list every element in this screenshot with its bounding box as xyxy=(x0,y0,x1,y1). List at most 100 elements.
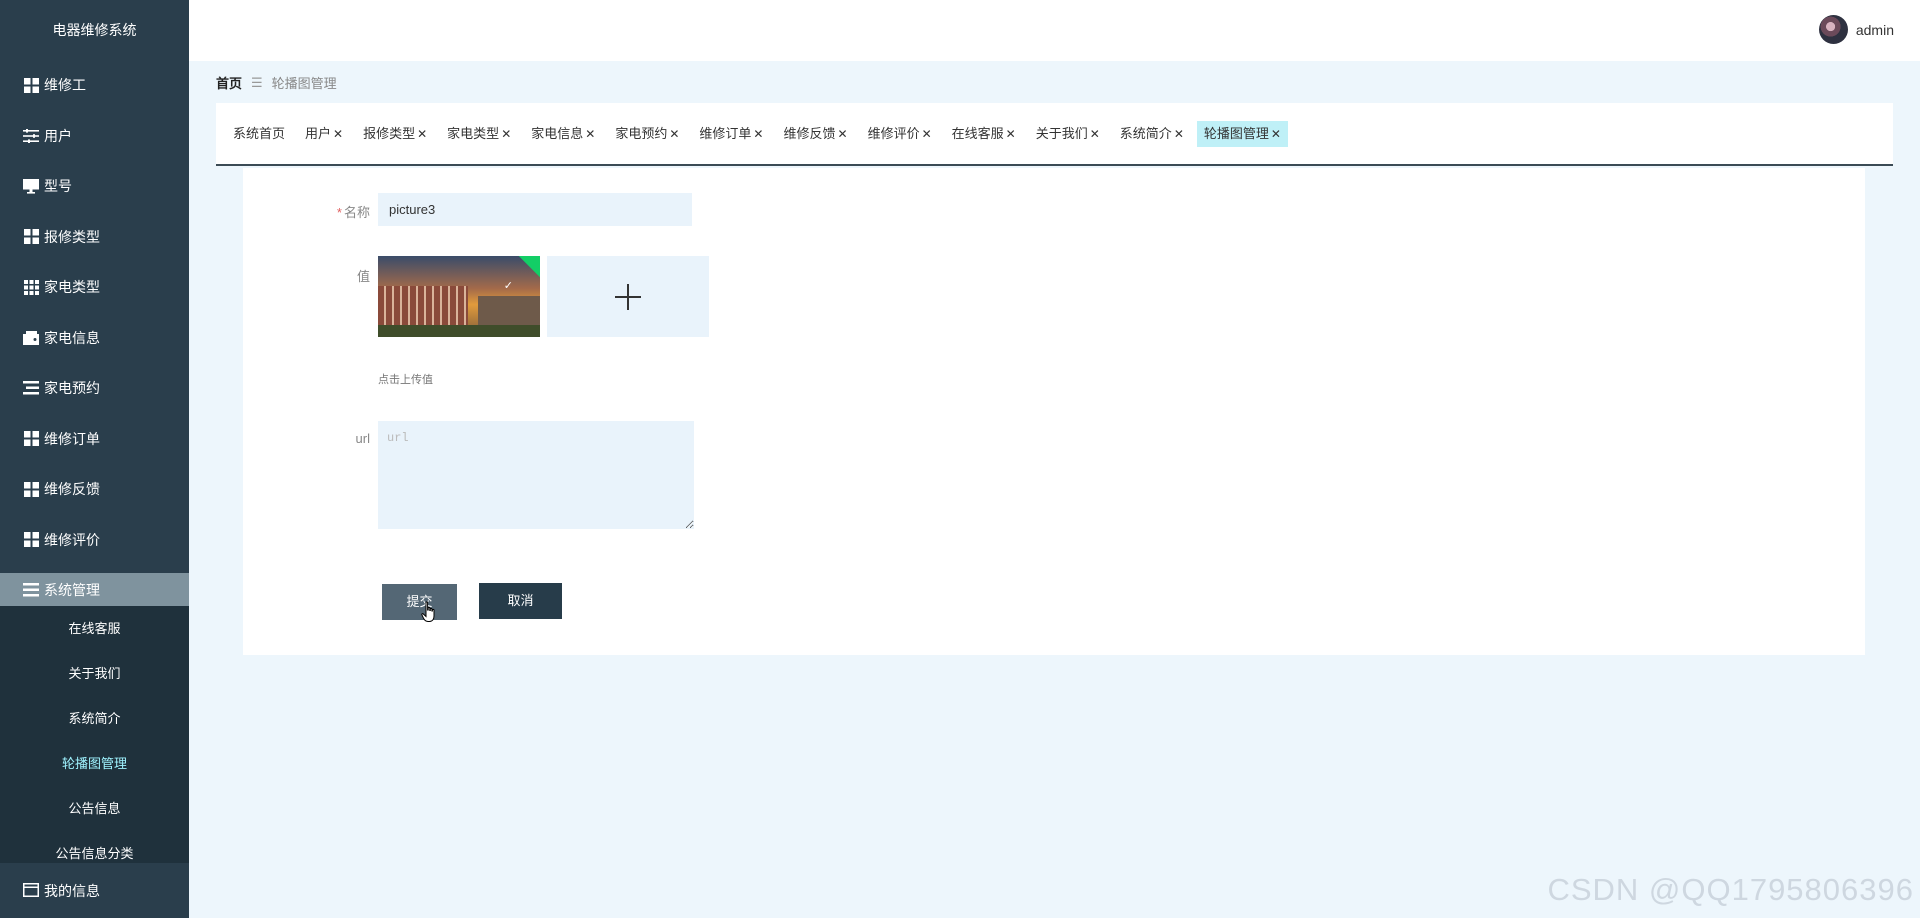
tab-0[interactable]: 系统首页 xyxy=(226,121,292,147)
username: admin xyxy=(1855,21,1894,38)
submenu-item-3[interactable]: 轮播图管理 xyxy=(0,741,189,786)
sidebar-item-label: 型号 xyxy=(44,178,72,195)
submit-button[interactable]: 提交 xyxy=(382,584,457,620)
tab-label: 系统简介 xyxy=(1119,125,1172,141)
sidebar-submenu: 在线客服 关于我们 系统简介 轮播图管理 公告信息 公告信息分类 xyxy=(0,606,189,876)
system-title: 电器维修系统 xyxy=(52,22,137,38)
sidebar-item-6[interactable]: 家电预约 xyxy=(0,363,189,414)
hand-pointer-icon xyxy=(421,601,435,622)
sidebar-item-2[interactable]: 型号 xyxy=(0,161,189,212)
tabs-bar: 系统首页 用户 ✕ 报修类型 ✕ 家电类型 ✕ 家电信息 ✕ 家电预约 ✕ 维修订单 ✕ 维修反馈 ✕ 维修评… xyxy=(216,103,1893,166)
url-label: url xyxy=(355,431,370,446)
check-icon: ✓ xyxy=(503,280,513,292)
submenu-item-1[interactable]: 关于我们 xyxy=(0,651,189,696)
breadcrumb-home[interactable]: 首页 xyxy=(216,73,242,92)
url-textarea[interactable] xyxy=(378,421,694,529)
grid-icon xyxy=(23,532,39,548)
close-icon[interactable]: ✕ xyxy=(753,127,763,141)
tab-1[interactable]: 用户 ✕ xyxy=(298,121,350,147)
grid-icon xyxy=(23,229,39,245)
sidebar-item-label: 家电信息 xyxy=(44,329,100,346)
close-icon[interactable]: ✕ xyxy=(669,127,679,141)
submenu-item-0[interactable]: 在线客服 xyxy=(0,606,189,651)
card-icon xyxy=(23,882,39,899)
sidebar-item-label: 维修工 xyxy=(44,77,86,94)
close-icon[interactable]: ✕ xyxy=(1271,127,1281,141)
tab-2[interactable]: 报修类型 ✕ xyxy=(356,121,434,147)
tab-label: 关于我们 xyxy=(1035,125,1088,141)
breadcrumb-current: 轮播图管理 xyxy=(271,76,337,91)
name-label: * 名称 xyxy=(336,205,370,220)
tab-5[interactable]: 家电预约 ✕ xyxy=(608,121,686,147)
close-icon[interactable]: ✕ xyxy=(501,127,511,141)
close-icon[interactable]: ✕ xyxy=(922,127,932,141)
tab-label: 轮播图管理 xyxy=(1203,125,1269,141)
image-upload-button[interactable] xyxy=(547,256,709,337)
tab-3[interactable]: 家电类型 ✕ xyxy=(440,121,518,147)
sidebar-item-label: 用户 xyxy=(44,127,72,144)
avatar xyxy=(1818,15,1848,44)
tab-4[interactable]: 家电信息 ✕ xyxy=(524,121,602,147)
sidebar-item-label: 家电类型 xyxy=(44,279,100,296)
list-icon xyxy=(23,582,39,598)
tab-12[interactable]: 轮播图管理 ✕ xyxy=(1196,120,1288,147)
user-menu[interactable]: admin xyxy=(1818,15,1894,44)
close-icon[interactable]: ✕ xyxy=(333,127,343,141)
sidebar-item-7[interactable]: 维修订单 xyxy=(0,414,189,465)
grid-icon xyxy=(23,77,39,93)
sidebar: 电器维修系统 维修工 用户 型号 报修类型 家电类型 家电信息 家电预约 维修订单 维修反馈 维修… xyxy=(0,0,189,918)
close-icon[interactable]: ✕ xyxy=(417,127,427,141)
uploaded-image-thumbnail[interactable]: ✓ xyxy=(378,256,540,337)
watermark: CSDN @QQ1795806396 xyxy=(1547,872,1914,907)
submenu-item-2[interactable]: 系统简介 xyxy=(0,696,189,741)
close-icon[interactable]: ✕ xyxy=(585,127,595,141)
tab-8[interactable]: 维修评价 ✕ xyxy=(861,121,939,147)
sidebar-item-9[interactable]: 维修评价 xyxy=(0,515,189,566)
name-input[interactable] xyxy=(378,193,692,226)
list-icon xyxy=(23,380,39,396)
sliders-icon xyxy=(23,128,39,144)
sidebar-item-8[interactable]: 维修反馈 xyxy=(0,464,189,515)
sidebar-item-0[interactable]: 维修工 xyxy=(0,60,189,111)
sidebar-item-3[interactable]: 报修类型 xyxy=(0,212,189,263)
sidebar-item-my-info[interactable]: 我的信息 xyxy=(0,863,189,918)
tab-label: 维修评价 xyxy=(867,125,920,141)
close-icon[interactable]: ✕ xyxy=(1174,127,1184,141)
sidebar-item-4[interactable]: 家电类型 xyxy=(0,262,189,313)
value-label: 值 xyxy=(356,269,370,284)
breadcrumb-separator-icon: ☰ xyxy=(251,74,263,90)
plus-icon xyxy=(615,283,641,310)
tab-label: 用户 xyxy=(305,125,332,141)
sidebar-menu: 维修工用户型号报修类型家电类型家电信息家电预约维修订单维修反馈维修评价 xyxy=(0,60,189,565)
tab-10[interactable]: 关于我们 ✕ xyxy=(1029,121,1107,147)
tab-label: 报修类型 xyxy=(363,125,416,141)
sidebar-item-label: 家电预约 xyxy=(44,380,100,397)
tab-label: 家电信息 xyxy=(531,125,584,141)
sidebar-item-system-management[interactable]: 系统管理 xyxy=(0,573,189,606)
cancel-button[interactable]: 取消 xyxy=(479,583,562,619)
close-icon[interactable]: ✕ xyxy=(1090,127,1100,141)
close-icon[interactable]: ✕ xyxy=(838,127,848,141)
form-card xyxy=(243,168,1865,655)
close-icon[interactable]: ✕ xyxy=(1006,127,1016,141)
tab-label: 家电类型 xyxy=(447,125,500,141)
top-bar: admin xyxy=(189,0,1920,61)
submenu-item-4[interactable]: 公告信息 xyxy=(0,786,189,831)
grid-icon xyxy=(23,431,39,447)
sidebar-item-label: 维修订单 xyxy=(44,430,100,447)
sidebar-item-1[interactable]: 用户 xyxy=(0,111,189,162)
breadcrumb: 首页 ☰ 轮播图管理 xyxy=(216,73,337,92)
tab-9[interactable]: 在线客服 ✕ xyxy=(945,121,1023,147)
wallet-icon xyxy=(23,330,39,346)
tab-label: 家电预约 xyxy=(615,125,668,141)
required-mark: * xyxy=(336,205,342,220)
tab-6[interactable]: 维修订单 ✕ xyxy=(692,121,770,147)
tab-7[interactable]: 维修反馈 ✕ xyxy=(776,121,854,147)
sidebar-item-label: 维修反馈 xyxy=(44,481,100,498)
grid-icon xyxy=(23,481,39,497)
tab-11[interactable]: 系统简介 ✕ xyxy=(1113,121,1191,147)
tab-label: 维修订单 xyxy=(699,125,752,141)
monitor-icon xyxy=(23,178,39,194)
grid-small-icon xyxy=(23,279,39,295)
sidebar-item-5[interactable]: 家电信息 xyxy=(0,313,189,364)
